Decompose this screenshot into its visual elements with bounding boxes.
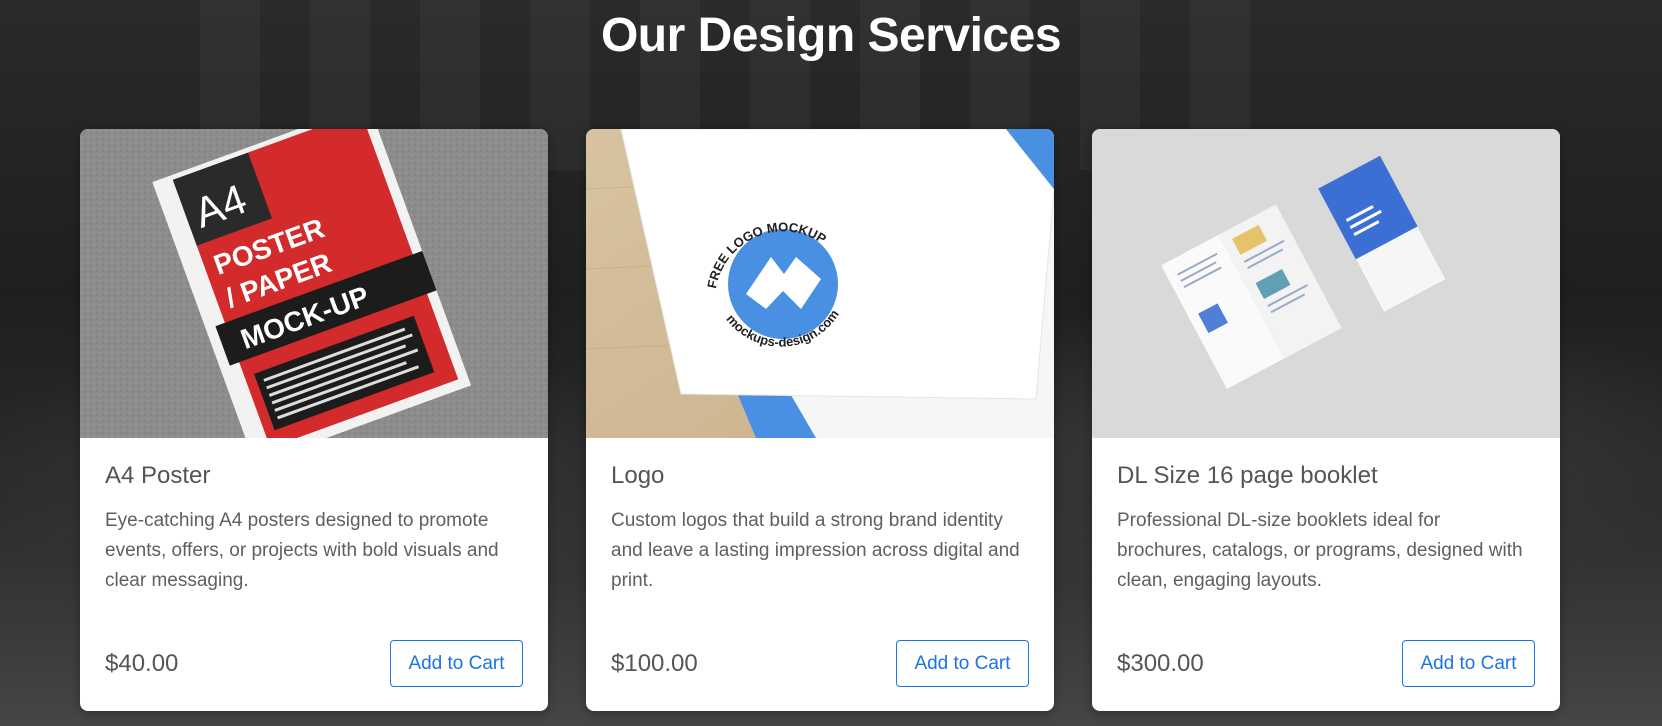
card-footer: $300.00 Add to Cart (1117, 640, 1535, 687)
card-body: Logo Custom logos that build a strong br… (586, 438, 1054, 711)
service-description: Professional DL-size booklets ideal for … (1117, 510, 1523, 591)
card-footer: $40.00 Add to Cart (105, 640, 523, 687)
dl-booklet-image (1092, 129, 1560, 438)
service-description: Eye-catching A4 posters designed to prom… (105, 510, 499, 591)
service-title: Logo (611, 462, 665, 489)
logo-image: FREE LOGO MOCKUP mockups-design.com (586, 129, 1054, 438)
service-description: Custom logos that build a strong brand i… (611, 510, 1020, 591)
add-to-cart-button[interactable]: Add to Cart (390, 640, 523, 687)
service-price: $40.00 (105, 649, 179, 677)
page-title: Our Design Services (600, 9, 1062, 62)
service-card-a4-poster: A4 POSTER / PAPER MOCK-UP A4 Poster Eye-… (80, 129, 548, 711)
add-to-cart-button[interactable]: Add to Cart (1402, 640, 1535, 687)
service-card-dl-booklet: DL Size 16 page booklet Professional DL-… (1092, 129, 1560, 711)
service-price: $300.00 (1117, 649, 1204, 677)
card-body: DL Size 16 page booklet Professional DL-… (1092, 438, 1560, 711)
card-footer: $100.00 Add to Cart (611, 640, 1029, 687)
card-body: A4 Poster Eye-catching A4 posters design… (80, 438, 548, 711)
service-title: DL Size 16 page booklet (1117, 462, 1378, 489)
service-title: A4 Poster (105, 462, 211, 489)
add-to-cart-button[interactable]: Add to Cart (896, 640, 1029, 687)
a4-poster-image: A4 POSTER / PAPER MOCK-UP (80, 129, 548, 438)
services-grid: A4 POSTER / PAPER MOCK-UP A4 Poster Eye-… (80, 129, 1560, 711)
service-card-logo: FREE LOGO MOCKUP mockups-design.com Logo… (586, 129, 1054, 711)
service-price: $100.00 (611, 649, 698, 677)
